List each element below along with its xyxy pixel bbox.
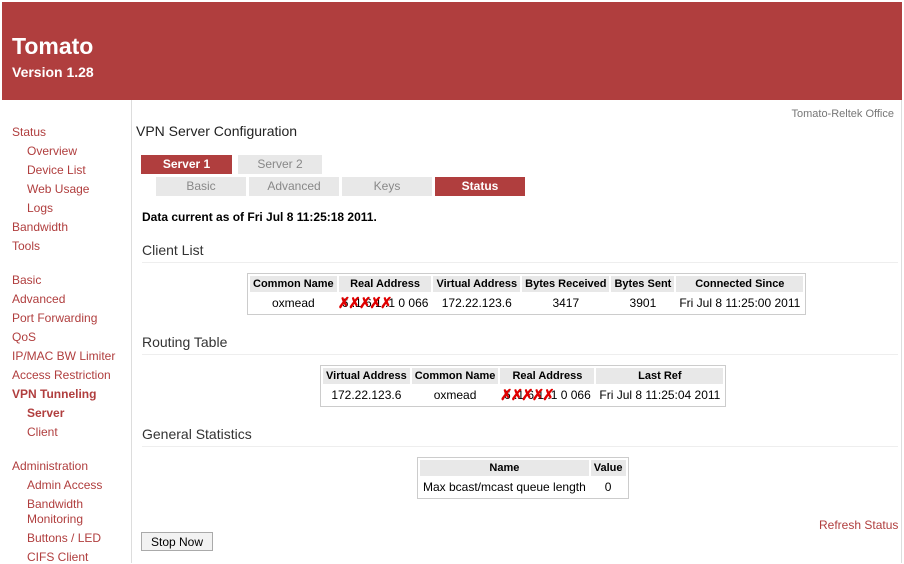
column-header: Virtual Address — [323, 368, 410, 384]
table-cell: 3901 — [629, 296, 657, 310]
routing-table-heading: Routing Table — [142, 334, 228, 350]
sidebar-item-client[interactable]: Client — [27, 425, 58, 439]
routing-table: Virtual Address Common Name Real Address… — [320, 365, 727, 407]
sidebar-item-qos[interactable]: QoS — [12, 330, 36, 344]
table-cell: oxmead — [433, 388, 477, 402]
column-header: Real Address — [338, 276, 432, 292]
sidebar-item-device-list[interactable]: Device List — [27, 163, 86, 177]
sidebar-item-bandwidth[interactable]: Bandwidth — [12, 220, 68, 234]
sidebar-item-vpn-tunneling[interactable]: VPN Tunneling — [12, 387, 96, 401]
sidebar-item-tools[interactable]: Tools — [12, 239, 40, 253]
tab-advanced[interactable]: Advanced — [249, 177, 339, 196]
sidebar-item-cifs-client[interactable]: CIFS Client — [27, 550, 88, 564]
real-address-text: 6 .1 6 1 .1 0 066 — [341, 296, 429, 310]
table-cell: 172.22.123.6 — [441, 296, 512, 310]
tab-server-1[interactable]: Server 1 — [141, 155, 232, 174]
client-list-table: Common Name Real Address Virtual Address… — [247, 273, 807, 315]
column-header: Value — [590, 460, 626, 476]
data-current-timestamp: Data current as of Fri Jul 8 11:25:18 20… — [142, 210, 377, 224]
section-divider — [142, 354, 898, 355]
page-header: Tomato Version 1.28 — [2, 2, 902, 100]
sidebar-item-admin-access[interactable]: Admin Access — [27, 478, 102, 492]
table-row: oxmead 6 .1 6 1 .1 0 066 ✗✗✗✗✗ 172.22.123… — [250, 294, 803, 312]
sidebar-item-access-restriction[interactable]: Access Restriction — [12, 368, 111, 382]
refresh-status-link[interactable]: Refresh Status — [819, 518, 898, 532]
table-cell: 3417 — [552, 296, 580, 310]
sidebar-item-logs[interactable]: Logs — [27, 201, 53, 215]
sidebar-item-bandwidth-monitoring-line2[interactable]: Monitoring — [27, 512, 83, 526]
column-header: Common Name — [250, 276, 337, 292]
column-header: Bytes Sent — [611, 276, 675, 292]
sidebar-item-advanced[interactable]: Advanced — [12, 292, 65, 306]
router-name: Tomato-Reltek Office — [791, 108, 894, 120]
table-header-row: Common Name Real Address Virtual Address… — [250, 276, 804, 292]
sidebar-item-port-forwarding[interactable]: Port Forwarding — [12, 311, 97, 325]
real-address-text: 6 .1 6 1 .1 0 066 — [504, 388, 591, 402]
table-cell: Fri Jul 8 11:25:00 2011 — [679, 296, 801, 310]
sidebar-item-bandwidth-monitoring[interactable]: Bandwidth — [27, 497, 83, 511]
sidebar-item-ipmac-bw-limiter[interactable]: IP/MAC BW Limiter — [12, 349, 115, 363]
table-cell-real-address: 6 .1 6 1 .1 0 066 ✗✗✗✗✗ — [338, 294, 432, 312]
tab-basic[interactable]: Basic — [156, 177, 246, 196]
right-border — [901, 100, 902, 563]
table-cell: oxmead — [271, 296, 315, 310]
table-cell-real-address: 6 .1 6 1 .1 0 066 ✗✗✗✗✗ — [500, 386, 594, 404]
table-cell: Fri Jul 8 11:25:04 2011 — [599, 388, 721, 402]
column-header: Last Ref — [596, 368, 724, 384]
tab-server-2[interactable]: Server 2 — [238, 155, 322, 174]
general-statistics-heading: General Statistics — [142, 426, 252, 442]
table-cell: 172.22.123.6 — [331, 388, 402, 402]
tab-keys[interactable]: Keys — [342, 177, 432, 196]
sidebar-item-server[interactable]: Server — [27, 406, 64, 420]
sidebar-item-administration[interactable]: Administration — [12, 459, 88, 473]
table-header-row: Virtual Address Common Name Real Address… — [323, 368, 724, 384]
client-list-heading: Client List — [142, 242, 204, 258]
sidebar-item-basic[interactable]: Basic — [12, 273, 41, 287]
table-row: 172.22.123.6 oxmead 6 .1 6 1 .1 0 066 ✗✗✗… — [323, 386, 723, 404]
sidebar-item-web-usage[interactable]: Web Usage — [27, 182, 89, 196]
section-divider — [142, 446, 898, 447]
column-header: Virtual Address — [433, 276, 521, 292]
redacted-address: 6 .1 6 1 .1 0 066 ✗✗✗✗✗ — [338, 295, 429, 312]
stop-now-button[interactable]: Stop Now — [141, 532, 213, 551]
redacted-address: 6 .1 6 1 .1 0 066 ✗✗✗✗✗ — [500, 387, 591, 404]
table-header-row: Name Value — [420, 460, 626, 476]
sidebar-item-overview[interactable]: Overview — [27, 144, 77, 158]
app-version: Version 1.28 — [12, 64, 94, 80]
table-row: Max bcast/mcast queue length 0 — [420, 478, 626, 496]
section-divider — [142, 262, 898, 263]
sidebar-item-status[interactable]: Status — [12, 125, 46, 139]
column-header: Name — [420, 460, 589, 476]
page-title: VPN Server Configuration — [136, 123, 298, 139]
app-title: Tomato — [12, 33, 94, 59]
table-cell: Max bcast/mcast queue length — [423, 480, 586, 494]
sidebar: Status Overview Device List Web Usage Lo… — [2, 100, 132, 564]
column-header: Real Address — [500, 368, 595, 384]
sidebar-item-buttons-led[interactable]: Buttons / LED — [27, 531, 101, 545]
column-header: Bytes Received — [522, 276, 610, 292]
column-header: Common Name — [411, 368, 499, 384]
table-cell: 0 — [604, 480, 612, 494]
column-header: Connected Since — [676, 276, 804, 292]
tab-status[interactable]: Status — [435, 177, 525, 196]
general-statistics-table: Name Value Max bcast/mcast queue length … — [417, 457, 629, 499]
